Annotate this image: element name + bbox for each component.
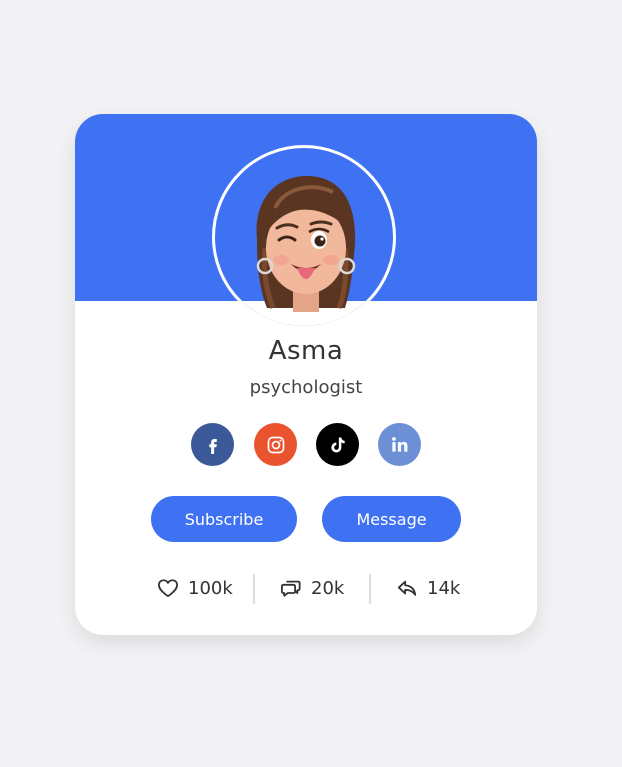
- linkedin-icon: [392, 437, 408, 452]
- likes-count: 100k: [188, 577, 233, 599]
- instagram-link[interactable]: [254, 423, 297, 466]
- shares-count: 14k: [427, 577, 461, 599]
- profile-name: Asma: [268, 336, 344, 366]
- comments-count: 20k: [311, 577, 345, 599]
- avatar-memoji-image: [256, 176, 356, 312]
- subscribe-button[interactable]: Subscribe: [151, 496, 297, 542]
- facebook-link[interactable]: [191, 423, 234, 466]
- stats-divider: [369, 574, 371, 604]
- avatar: [212, 145, 396, 329]
- profile-role: psychologist: [249, 377, 363, 398]
- heart-icon: [158, 579, 178, 598]
- tiktok-icon: [330, 437, 345, 452]
- comments-stat[interactable]: 20k: [280, 573, 344, 603]
- stats-divider: [253, 574, 255, 604]
- facebook-icon: [208, 438, 217, 454]
- profile-card: Asma psychologist Subscribe Message 100k: [75, 114, 537, 635]
- shares-stat[interactable]: 14k: [396, 573, 460, 603]
- message-button[interactable]: Message: [322, 496, 461, 542]
- reply-icon: [397, 580, 417, 596]
- tiktok-link[interactable]: [316, 423, 359, 466]
- instagram-icon: [267, 436, 284, 453]
- comments-icon: [280, 580, 301, 597]
- likes-stat[interactable]: 100k: [157, 573, 233, 603]
- linkedin-link[interactable]: [378, 423, 421, 466]
